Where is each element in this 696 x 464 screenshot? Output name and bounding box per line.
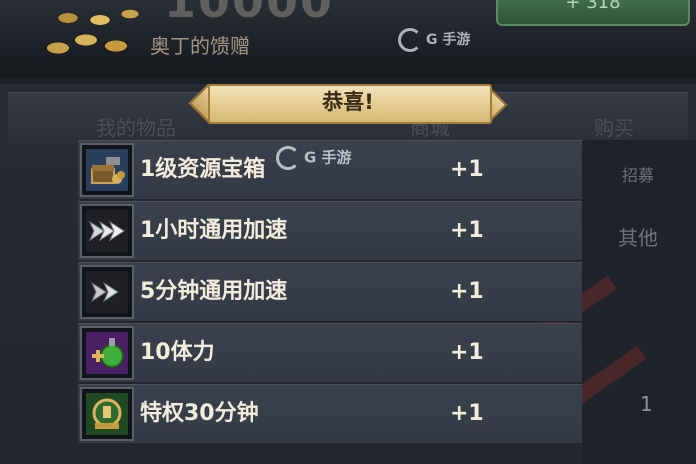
item-quantity: +1 [450,218,484,243]
category-recruit[interactable]: 招募 [590,162,686,186]
watermark: G 手游 [276,146,352,170]
watermark-logo-icon [398,28,422,52]
purchase-button[interactable]: + 318 [496,0,690,26]
item-quantity: +1 [450,401,484,426]
resource-amount: 10000 [164,0,335,28]
category-other[interactable]: 其他 [590,222,686,251]
watermark-logo-icon [276,146,300,170]
stamina-potion-icon [80,326,134,380]
reward-list: 1级资源宝箱 +1 1小时通用加速 +1 5分钟通用加速 +1 10体力 +1 … [78,140,582,464]
reward-row: 特权30分钟 +1 [78,384,582,444]
resource-chest-icon [80,143,134,197]
watermark-brand: G 手游 [304,148,352,167]
watermark: G 手游 [398,28,470,52]
dialog-title: 恭喜! [322,90,374,114]
right-category-column [582,140,696,464]
right-counter: 1 [640,392,653,416]
item-quantity: +1 [450,279,484,304]
tab-my-items[interactable]: 我的物品 [96,112,176,141]
tab-buy[interactable]: 购买 [594,112,634,141]
speedup-arrows-icon [80,265,134,319]
privilege-emblem-icon [80,387,134,441]
reward-source-label: 奥丁的馈赠 [150,34,250,58]
reward-row: 1小时通用加速 +1 [78,201,582,261]
item-quantity: +1 [450,157,484,182]
item-name: 1级资源宝箱 [140,157,266,182]
dialog-title-plate: 恭喜! [188,80,508,125]
reward-row: 10体力 +1 [78,323,582,383]
item-quantity: +1 [450,340,484,365]
item-name: 5分钟通用加速 [140,279,288,304]
item-name: 1小时通用加速 [140,218,288,243]
item-name: 特权30分钟 [140,401,259,426]
reward-row: 5分钟通用加速 +1 [78,262,582,322]
watermark-brand: G 手游 [426,32,471,48]
top-banner: 10000 奥丁的馈赠 + 318 G 手游 [0,0,696,78]
speedup-arrows-icon [80,204,134,258]
gold-coins-icon [38,0,148,64]
item-name: 10体力 [140,340,215,365]
